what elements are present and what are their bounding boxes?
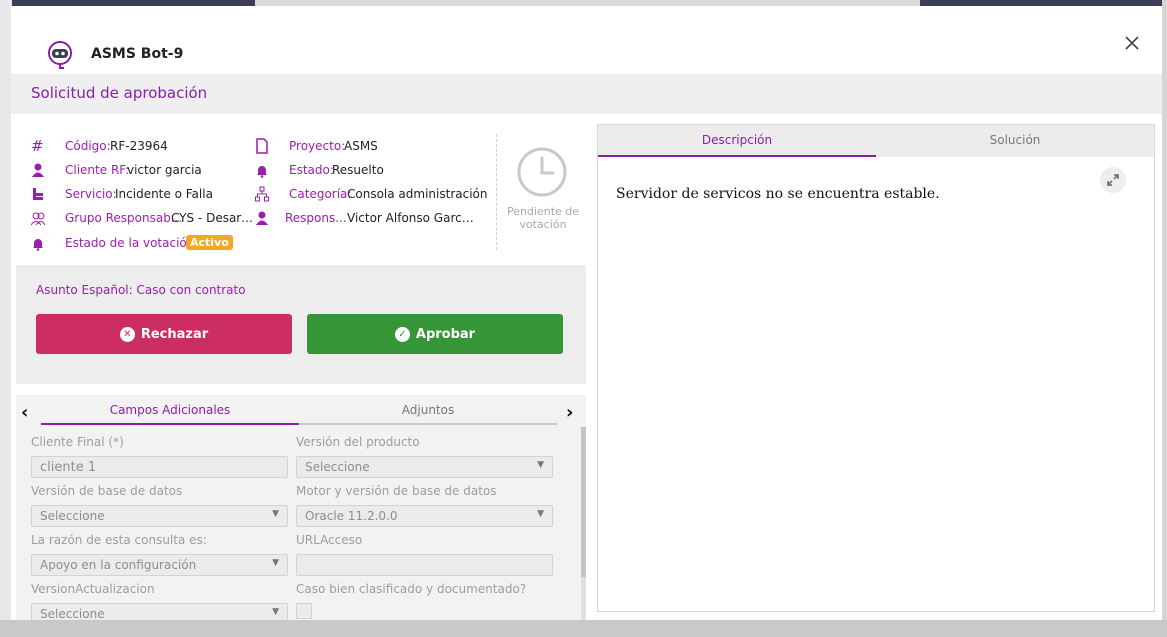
razon-select[interactable]: Apoyo en la configuración ▼ — [31, 554, 288, 576]
vertical-divider — [496, 134, 497, 250]
subject-line: Asunto Español: Caso con contrato — [36, 283, 246, 297]
background-bottom-bar — [0, 620, 1167, 637]
field-codigo: # Código: RF-23964 — [31, 138, 261, 156]
label-url-acceso: URLAcceso — [296, 533, 363, 547]
field-responsable: Respons... Victor Alfonso Garcia ... — [255, 210, 475, 228]
chevron-left-icon[interactable]: ‹ — [21, 402, 28, 423]
bell-icon — [257, 166, 267, 178]
field-label: Categoría: — [289, 187, 352, 201]
approval-modal: ASMS Bot-9 Solicitud de aprobación # Cód… — [11, 6, 1162, 620]
field-label: Cliente RF: — [65, 163, 130, 177]
select-value: Seleccione — [305, 460, 370, 474]
motor-bd-select[interactable]: Oracle 11.2.0.0 ▼ — [296, 505, 553, 527]
field-value: ASMS — [344, 139, 378, 153]
close-icon[interactable] — [1121, 32, 1143, 54]
hash-icon: # — [31, 137, 44, 155]
group-icon — [31, 212, 45, 226]
tab-adjuntos[interactable]: Adjuntos — [299, 403, 557, 425]
select-value: Apoyo en la configuración — [40, 558, 197, 572]
subheader-bar: Solicitud de aprobación — [11, 74, 1162, 114]
select-value: Seleccione — [40, 607, 105, 620]
field-grupo: Grupo Responsab... CYS - Desarro... — [31, 210, 256, 228]
bot-name: ASMS Bot-9 — [91, 46, 184, 62]
caret-down-icon: ▼ — [272, 607, 279, 617]
chevron-right-icon[interactable]: › — [566, 402, 573, 423]
user-icon — [32, 163, 44, 177]
label-version-producto: Versión del producto — [296, 435, 420, 449]
expand-icon[interactable] — [1100, 167, 1126, 193]
check-circle-icon: ✓ — [394, 326, 410, 342]
url-acceso-input[interactable] — [296, 554, 553, 576]
field-estado-votacion: Estado de la votación: Activo — [31, 235, 261, 253]
select-value: Oracle 11.2.0.0 — [305, 509, 398, 523]
page-title: Solicitud de aprobación — [31, 84, 208, 102]
form-scrollbar-thumb[interactable] — [581, 427, 586, 577]
field-label: Estado de la votación: — [65, 236, 199, 250]
field-estado: Estado: Resuelto — [255, 162, 485, 180]
document-icon — [256, 138, 268, 154]
reject-button[interactable]: ✕ Rechazar — [36, 314, 292, 354]
caso-clasificado-checkbox[interactable] — [296, 603, 312, 619]
label-razon: La razón de esta consulta es: — [31, 533, 207, 547]
field-value: victor garcia — [127, 163, 202, 177]
field-value: Consola administración — [347, 187, 488, 201]
label-version-actualizacion: VersionActualizacion — [31, 582, 155, 596]
clock-icon — [517, 147, 567, 197]
label-version-bd: Versión de base de datos — [31, 484, 183, 498]
version-actualizacion-select[interactable]: Seleccione ▼ — [31, 603, 288, 620]
field-label: Estado: — [289, 163, 334, 177]
label-motor-bd: Motor y versión de base de datos — [296, 484, 497, 498]
description-tabs: Descripción Solución — [598, 125, 1154, 157]
cliente-final-input[interactable]: cliente 1 — [31, 456, 288, 478]
description-text: Servidor de servicos no se encuentra est… — [616, 186, 940, 202]
pending-line-2: votación — [519, 218, 567, 231]
reject-button-label: Rechazar — [140, 326, 209, 342]
additional-fields-form: Cliente Final (*) cliente 1 Versión del … — [16, 427, 586, 620]
field-servicio: Servicio: Incidente o Falla — [31, 186, 261, 204]
pending-vote-label: Pendiente de votación — [505, 205, 581, 231]
field-label: Proyecto: — [289, 139, 346, 153]
version-bd-select[interactable]: Seleccione ▼ — [31, 505, 288, 527]
field-label: Servicio: — [65, 187, 117, 201]
field-proyecto: Proyecto: ASMS — [255, 138, 485, 156]
field-categoria: Categoría: Consola administración — [255, 186, 490, 204]
sitemap-icon — [255, 186, 269, 202]
bot-icon — [48, 41, 72, 69]
tab-campos-adicionales[interactable]: Campos Adicionales — [41, 403, 299, 425]
subject-label: Asunto Español: — [36, 283, 133, 297]
field-cliente: Cliente RF: victor garcia — [31, 162, 261, 180]
field-label: Respons... — [285, 211, 347, 225]
field-value: CYS - Desarro... — [171, 211, 256, 225]
caret-down-icon: ▼ — [272, 558, 279, 568]
field-label: Código: — [65, 139, 111, 153]
hierarchy-icon — [33, 188, 43, 200]
description-panel: Descripción Solución Servidor de servico… — [597, 124, 1155, 612]
status-badge: Activo — [186, 235, 233, 250]
field-value: RF-23964 — [110, 139, 168, 153]
pending-line-1: Pendiente de — [506, 205, 580, 218]
background-right-edge — [1162, 0, 1167, 637]
tab-solucion[interactable]: Solución — [876, 125, 1154, 157]
label-cliente-final: Cliente Final (*) — [31, 435, 124, 449]
subject-value: Caso con contrato — [136, 283, 246, 297]
bell-icon — [33, 239, 43, 251]
x-circle-icon: ✕ — [119, 326, 135, 342]
badge-activo: Activo — [186, 235, 233, 250]
user-icon — [256, 211, 268, 225]
field-value: Victor Alfonso Garcia ... — [347, 211, 475, 225]
tab-descripcion[interactable]: Descripción — [598, 125, 876, 157]
modal-header: ASMS Bot-9 — [11, 6, 1162, 74]
approve-button[interactable]: ✓ Aprobar — [307, 314, 563, 354]
field-value: Resuelto — [332, 163, 384, 177]
caret-down-icon: ▼ — [537, 460, 544, 470]
select-value: Seleccione — [40, 509, 105, 523]
caret-down-icon: ▼ — [537, 509, 544, 519]
approve-button-label: Aprobar — [415, 326, 476, 342]
field-label: Grupo Responsab... — [65, 211, 183, 225]
field-value: Incidente o Falla — [115, 187, 213, 201]
version-producto-select[interactable]: Seleccione ▼ — [296, 456, 553, 478]
caret-down-icon: ▼ — [272, 509, 279, 519]
label-caso-clasificado: Caso bien clasificado y documentado? — [296, 582, 527, 596]
